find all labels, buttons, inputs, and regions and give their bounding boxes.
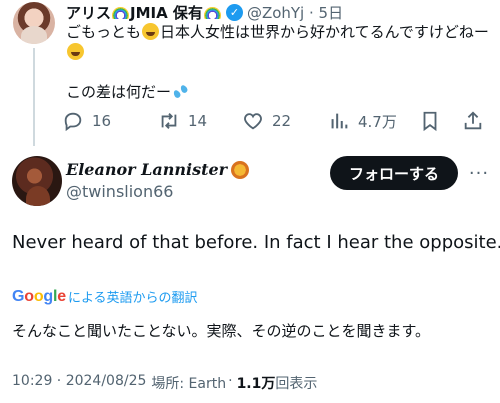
thread-connector-line: [33, 48, 35, 146]
views-icon: [331, 113, 348, 129]
google-logo: Google: [12, 287, 66, 305]
share-button[interactable]: [462, 108, 492, 134]
retweet-button[interactable]: 14: [158, 108, 207, 134]
sweat-drops-emoji-icon: [171, 83, 189, 100]
parent-text-suffix: 日本人女性は世界から好かれてるんですけどねー: [160, 23, 489, 41]
rainbow-emoji-icon: [112, 5, 130, 19]
parent-avatar[interactable]: [13, 2, 55, 44]
views-count: 4.7万: [358, 112, 397, 131]
verified-icon: ✓: [225, 3, 243, 21]
tweet-location: 場所: Earth: [151, 376, 227, 392]
like-count: 22: [272, 112, 292, 130]
views-number: 1.1万: [236, 376, 276, 392]
parent-action-bar: 16 14 22 4.7万: [62, 108, 492, 134]
bookmark-icon: [423, 111, 437, 132]
tweet-timestamp[interactable]: 10:29 · 2024/08/25: [12, 373, 146, 393]
views-suffix: 回表示: [275, 376, 318, 392]
parent-name-text-1: アリス: [66, 3, 112, 22]
like-button[interactable]: 22: [242, 108, 291, 134]
author-name-text: Eleanor Lannister: [66, 160, 228, 179]
like-icon: [244, 113, 262, 130]
parent-text-prefix: ごもっとも: [66, 23, 142, 41]
tweet-text: Never heard of that before. In fact I he…: [12, 232, 500, 253]
parent-tweet-line-2: [66, 42, 85, 62]
author-handle[interactable]: @twinslion66: [66, 182, 173, 201]
views-button[interactable]: 4.7万: [328, 108, 397, 134]
follow-button[interactable]: フォローする: [330, 156, 458, 190]
parent-handle-time[interactable]: @ZohYj · 5日: [247, 2, 343, 23]
retweet-count: 14: [188, 112, 208, 130]
separator-dot: ·: [228, 373, 233, 389]
author-display-name[interactable]: Eleanor Lannister: [66, 160, 250, 179]
parent-author-row: アリス JMIA 保有 ✓ @ZohYj · 5日: [66, 2, 343, 22]
share-icon: [464, 111, 482, 130]
reply-icon: [64, 112, 82, 132]
grin-sweat-emoji-icon: [142, 23, 160, 40]
retweet-icon: [161, 113, 177, 129]
tweet-metadata: 10:29 · 2024/08/25 場所: Earth · 1.1万 回表示: [12, 373, 317, 393]
parent-tweet-line-1: ごもっとも 日本人女性は世界から好かれてるんですけどねー: [66, 22, 489, 42]
author-avatar[interactable]: [12, 156, 62, 206]
translation-attribution[interactable]: Google による英語からの翻訳: [12, 287, 198, 307]
bookmark-button[interactable]: [419, 108, 449, 134]
more-options-button[interactable]: ···: [468, 160, 490, 186]
parent-display-name[interactable]: アリス JMIA 保有: [66, 2, 222, 23]
translated-text: そんなこと聞いたことない。実際、その逆のことを聞きます。: [12, 322, 431, 340]
translation-link[interactable]: による英語からの翻訳: [68, 287, 198, 306]
parent-text-line3: この差は何だー: [66, 83, 172, 101]
reply-count: 16: [92, 112, 112, 130]
rainbow-emoji-icon: [203, 5, 221, 19]
parent-name-text-2: JMIA 保有: [130, 3, 203, 22]
reply-button[interactable]: 16: [62, 108, 111, 134]
parent-tweet-line-3: この差は何だー: [66, 82, 189, 102]
grin-sweat-emoji-icon: [67, 43, 84, 60]
lion-emoji-icon: [231, 160, 250, 179]
